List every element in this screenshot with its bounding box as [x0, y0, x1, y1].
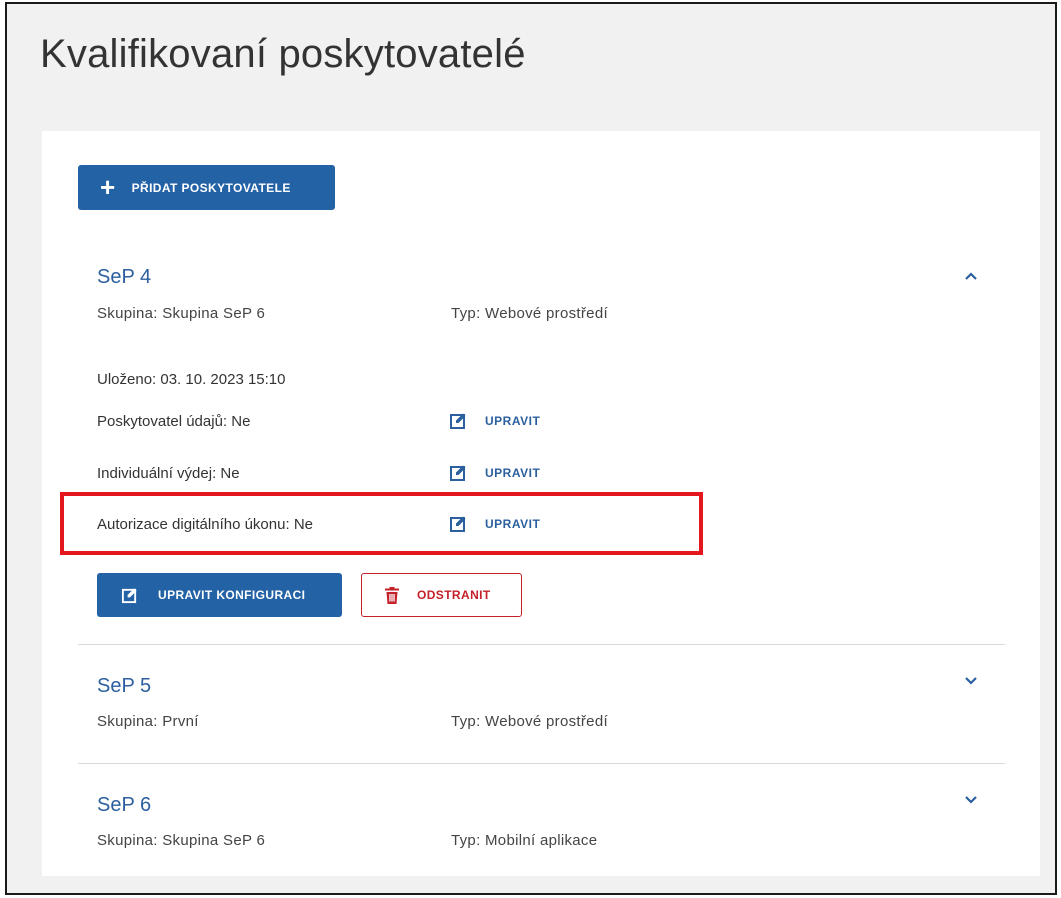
setting-label: Autorizace digitálního úkonu: [97, 516, 290, 533]
edit-label: UPRAVIT [485, 466, 541, 480]
chevron-down-icon[interactable] [964, 795, 978, 805]
setting-label: Poskytovatel údajů: [97, 413, 228, 430]
saved-value: 03. 10. 2023 15:10 [160, 371, 286, 388]
group-label: Skupina: [97, 832, 158, 849]
group-value: První [162, 713, 199, 730]
delete-label: ODSTRANIT [417, 588, 491, 602]
type-label: Typ: [451, 832, 481, 849]
edit-digital-authorization-link[interactable]: UPRAVIT [449, 515, 540, 533]
edit-icon [450, 413, 466, 429]
provider-type: Typ: Mobilní aplikace [451, 832, 597, 849]
type-value: Webové prostředí [485, 713, 608, 730]
provider-title[interactable]: SeP 5 [97, 675, 151, 698]
group-value: Skupina SeP 6 [162, 832, 266, 849]
type-value: Webové prostředí [485, 305, 608, 322]
setting-value: Ne [231, 413, 251, 430]
chevron-down-icon[interactable] [964, 676, 978, 686]
type-label: Typ: [451, 713, 481, 730]
group-label: Skupina: [97, 305, 158, 322]
setting-row-digital-authorization: Autorizace digitálního úkonu: Ne [97, 516, 313, 533]
setting-label: Individuální výdej: [97, 465, 217, 482]
edit-individual-issue-link[interactable]: UPRAVIT [449, 464, 540, 482]
setting-row-data-provider: Poskytovatel údajů: Ne [97, 413, 250, 430]
type-value: Mobilní aplikace [485, 832, 598, 849]
provider-type: Typ: Webové prostředí [451, 305, 608, 322]
setting-row-individual-issue: Individuální výdej: Ne [97, 465, 240, 482]
edit-data-provider-link[interactable]: UPRAVIT [449, 412, 540, 430]
provider-type: Typ: Webové prostředí [451, 713, 608, 730]
setting-value: Ne [293, 516, 313, 533]
providers-panel: + PŘIDAT POSKYTOVATELE SeP 4 Skupina: Sk… [42, 131, 1040, 876]
add-provider-label: PŘIDAT POSKYTOVATELE [131, 180, 291, 195]
saved-timestamp: Uloženo: 03. 10. 2023 15:10 [97, 371, 286, 388]
delete-button[interactable]: ODSTRANIT [361, 573, 522, 617]
add-provider-button[interactable]: + PŘIDAT POSKYTOVATELE [78, 165, 335, 210]
provider-group: Skupina: Skupina SeP 6 [97, 305, 265, 322]
edit-icon [450, 465, 466, 481]
type-label: Typ: [451, 305, 481, 322]
setting-value: Ne [220, 465, 240, 482]
page-title: Kvalifikovaní poskytovatelé [40, 32, 526, 76]
edit-label: UPRAVIT [485, 517, 541, 531]
edit-icon [121, 587, 137, 603]
provider-title[interactable]: SeP 4 [97, 266, 151, 289]
edit-icon [450, 516, 466, 532]
chevron-up-icon[interactable] [964, 271, 978, 281]
provider-group: Skupina: Skupina SeP 6 [97, 832, 265, 849]
trash-icon [385, 586, 399, 604]
window-frame: Kvalifikovaní poskytovatelé + PŘIDAT POS… [5, 2, 1057, 895]
group-value: Skupina SeP 6 [162, 305, 266, 322]
edit-configuration-button[interactable]: UPRAVIT KONFIGURACI [97, 573, 342, 617]
divider [78, 644, 1005, 645]
provider-title[interactable]: SeP 6 [97, 794, 151, 817]
provider-group: Skupina: První [97, 713, 199, 730]
edit-configuration-label: UPRAVIT KONFIGURACI [158, 588, 306, 602]
group-label: Skupina: [97, 713, 158, 730]
divider [78, 763, 1005, 764]
saved-label: Uloženo: [97, 371, 157, 388]
edit-label: UPRAVIT [485, 414, 541, 428]
plus-icon: + [100, 171, 116, 202]
